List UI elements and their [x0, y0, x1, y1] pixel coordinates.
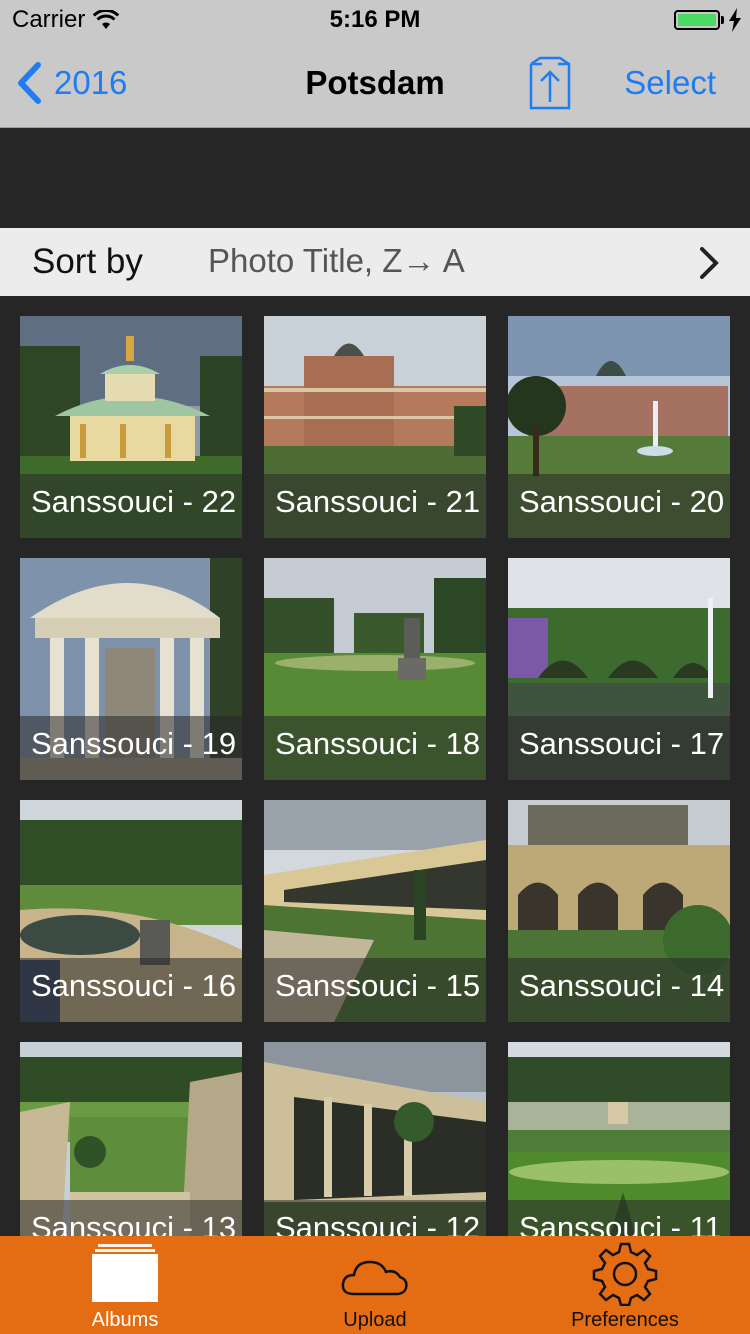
battery-icon	[674, 10, 720, 30]
photo-grid: Sanssouci - 22 Sanssouci - 21 Sanssouci …	[20, 316, 730, 1236]
photo-thumbnail[interactable]: Sanssouci - 16	[20, 800, 242, 1022]
photo-title: Sanssouci - 19	[31, 726, 237, 761]
photo-title: Sanssouci - 22	[31, 484, 237, 519]
charging-bolt-icon	[729, 8, 741, 32]
tab-bar: Albums Upload Preferences	[0, 1236, 750, 1334]
tab-preferences[interactable]: Preferences	[500, 1236, 750, 1334]
photo-title: Sanssouci - 14	[519, 968, 725, 1003]
tab-label: Preferences	[571, 1309, 679, 1331]
photo-thumbnail[interactable]: Sanssouci - 17	[508, 558, 730, 780]
photo-title: Sanssouci - 16	[31, 968, 237, 1003]
gear-icon	[592, 1242, 658, 1306]
status-bar: Carrier 5:16 PM	[0, 0, 750, 40]
status-time: 5:16 PM	[329, 6, 421, 33]
tab-albums[interactable]: Albums	[0, 1236, 250, 1334]
photo-title: Sanssouci - 21	[275, 484, 481, 519]
tab-label: Albums	[91, 1309, 159, 1331]
photo-title: Sanssouci - 11	[519, 1210, 722, 1236]
photo-thumbnail[interactable]: Sanssouci - 19	[20, 558, 242, 780]
photo-title: Sanssouci - 13	[31, 1210, 237, 1236]
sort-row[interactable]: Sort by Photo Title, Z→ A	[0, 228, 750, 296]
photo-thumbnail[interactable]: Sanssouci - 18	[264, 558, 486, 780]
photo-thumbnail[interactable]: Sanssouci - 13	[20, 1042, 242, 1236]
share-icon[interactable]	[528, 56, 572, 112]
photo-thumbnail[interactable]: Sanssouci - 12	[264, 1042, 486, 1236]
chevron-right-icon	[700, 247, 719, 279]
tab-upload[interactable]: Upload	[250, 1236, 500, 1334]
photo-title: Sanssouci - 17	[519, 726, 725, 761]
photo-title: Sanssouci - 15	[275, 968, 481, 1003]
navigation-bar: 2016 Potsdam Select	[0, 40, 750, 128]
sort-label: Sort by	[32, 242, 143, 281]
cloud-icon	[341, 1260, 408, 1296]
photo-title: Sanssouci - 20	[519, 484, 725, 519]
photo-title: Sanssouci - 18	[275, 726, 481, 761]
sort-value: Photo Title, Z→ A	[208, 242, 465, 279]
photo-thumbnail[interactable]: Sanssouci - 11	[508, 1042, 730, 1236]
photo-thumbnail[interactable]: Sanssouci - 22	[20, 316, 242, 538]
photo-thumbnail[interactable]: Sanssouci - 14	[508, 800, 730, 1022]
photo-thumbnail[interactable]: Sanssouci - 15	[264, 800, 486, 1022]
photo-thumbnail[interactable]: Sanssouci - 20	[508, 316, 730, 538]
photo-title: Sanssouci - 12	[275, 1210, 481, 1236]
top-bar: Carrier 5:16 PM 2016 Potsdam Select	[0, 0, 750, 128]
tab-label: Upload	[343, 1309, 407, 1331]
select-button[interactable]: Select	[624, 64, 716, 102]
albums-icon	[92, 1244, 158, 1302]
photo-thumbnail[interactable]: Sanssouci - 21	[264, 316, 486, 538]
